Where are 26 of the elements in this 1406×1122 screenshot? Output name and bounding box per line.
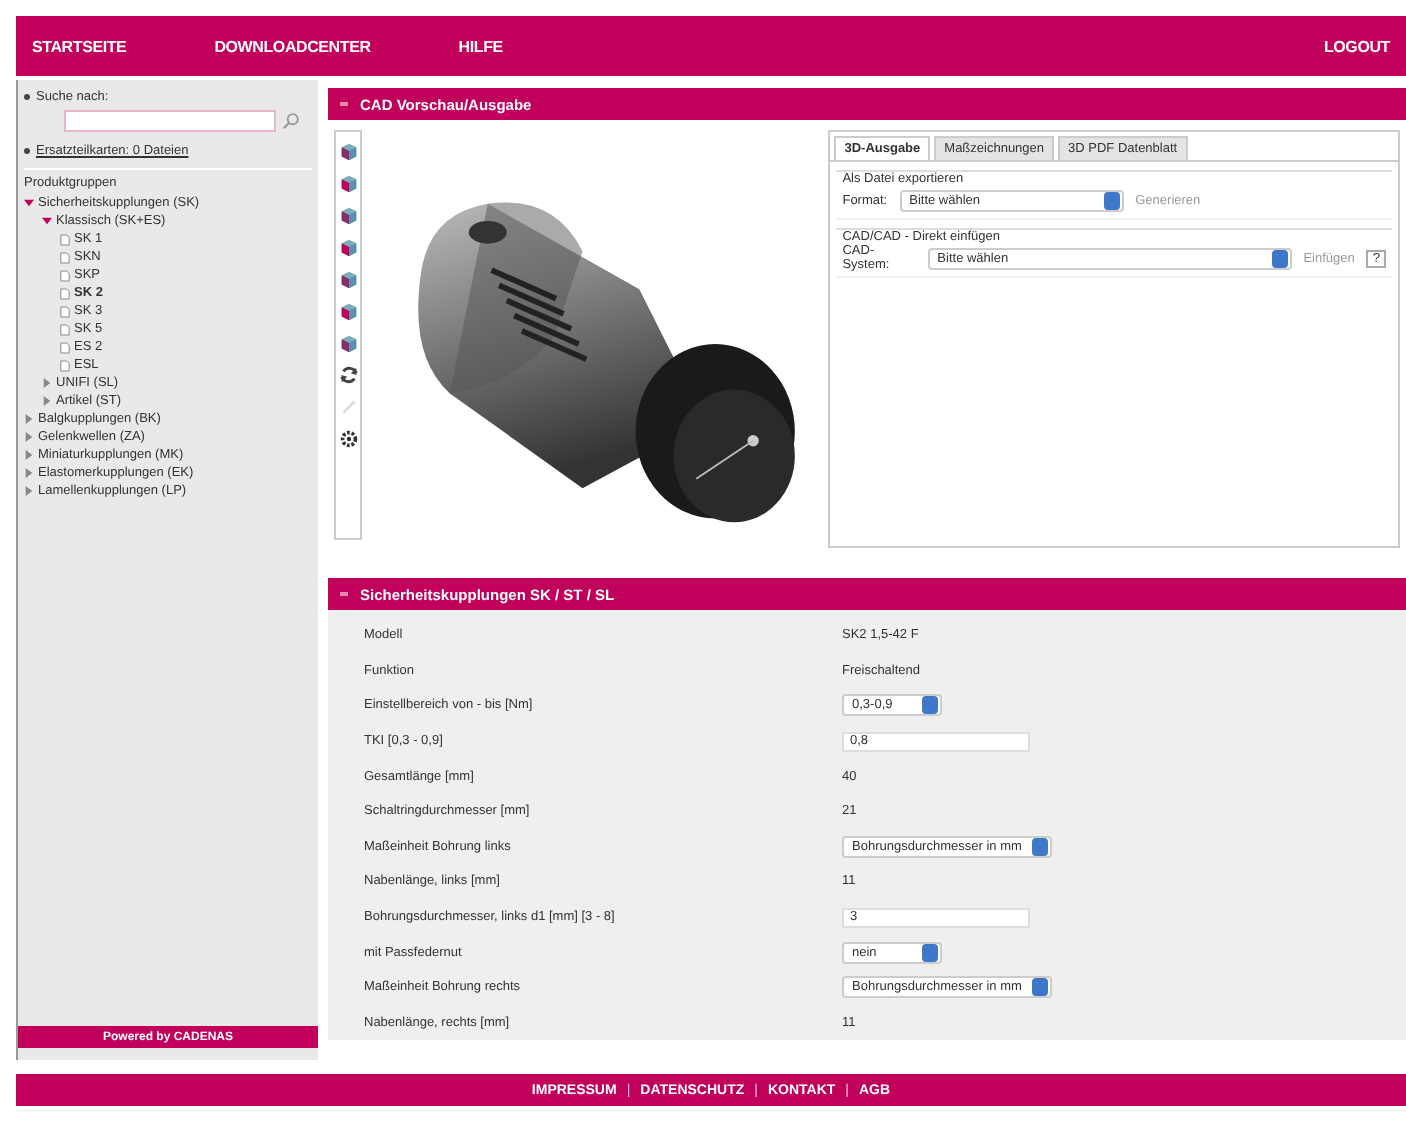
nav-link[interactable]: STARTSEITE xyxy=(32,37,127,55)
nav-link[interactable]: HILFE xyxy=(458,37,503,55)
collapsed-arrow-icon[interactable] xyxy=(24,450,34,460)
view-cube-icon[interactable] xyxy=(337,172,360,194)
view-cube-icon[interactable] xyxy=(337,140,360,162)
view-cube-icon[interactable] xyxy=(337,300,360,322)
bullet-icon xyxy=(24,147,30,153)
collapsed-arrow-icon[interactable] xyxy=(24,468,34,478)
view-cube-icon[interactable] xyxy=(337,332,360,354)
nav-link[interactable]: DOWNLOADCENTER xyxy=(214,37,371,55)
bullet-icon xyxy=(24,93,30,99)
collapsed-arrow-icon[interactable] xyxy=(42,378,52,388)
view-cube-icon[interactable] xyxy=(337,268,360,290)
collapsed-arrow-icon[interactable] xyxy=(24,414,34,424)
collapsed-arrow-icon[interactable] xyxy=(24,432,34,442)
expanded-arrow-icon[interactable] xyxy=(42,216,52,226)
collapsed-arrow-icon[interactable] xyxy=(42,396,52,406)
collapsed-arrow-icon[interactable] xyxy=(24,486,34,496)
expanded-arrow-icon[interactable] xyxy=(24,198,34,208)
search-field[interactable] xyxy=(64,110,276,132)
search-icon[interactable] xyxy=(282,112,300,130)
settings-icon[interactable] xyxy=(337,428,360,450)
rotate-icon[interactable] xyxy=(337,364,360,386)
logout-link[interactable]: LOGOUT xyxy=(1323,37,1390,55)
view-cube-icon[interactable] xyxy=(337,204,360,226)
view-cube-icon[interactable] xyxy=(337,236,360,258)
